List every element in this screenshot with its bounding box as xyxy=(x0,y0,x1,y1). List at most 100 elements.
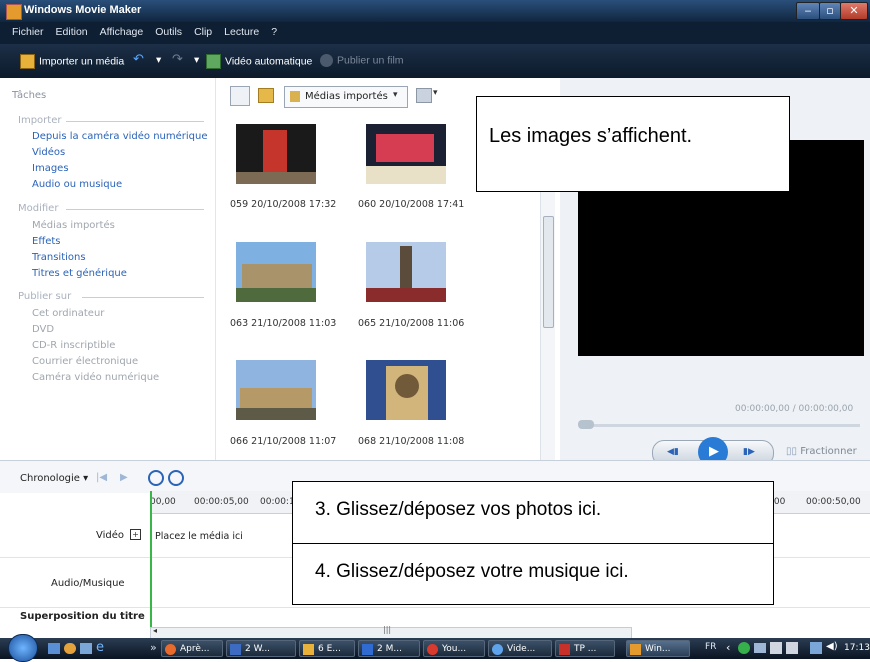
collection-icon xyxy=(290,91,300,102)
tray-icon[interactable] xyxy=(770,642,782,654)
thumb-subject xyxy=(242,264,312,288)
show-desktop-icon[interactable] xyxy=(48,643,60,654)
menu-edition[interactable]: Edition xyxy=(50,22,94,38)
thumbnail-060[interactable] xyxy=(366,124,446,184)
view-icon[interactable] xyxy=(416,88,432,103)
tasks-toggle-icon[interactable] xyxy=(230,86,250,106)
task-import-images[interactable]: Images xyxy=(32,163,69,174)
task-import-audio[interactable]: Audio ou musique xyxy=(32,179,122,190)
task-titles[interactable]: Titres et générique xyxy=(32,268,127,279)
tray-icon[interactable] xyxy=(754,643,766,653)
menu-lecture[interactable]: Lecture xyxy=(218,22,265,38)
zoom-out-icon[interactable] xyxy=(168,470,184,486)
app-icon xyxy=(492,644,503,655)
task-publish-computer: Cet ordinateur xyxy=(32,308,105,319)
taskbar-button[interactable]: Vide... xyxy=(488,640,552,657)
menu-fichier[interactable]: Fichier xyxy=(6,22,50,38)
callout-photos: 3. Glissez/déposez vos photos ici. xyxy=(292,481,774,545)
thumbnail-066[interactable] xyxy=(236,360,316,420)
ie-icon[interactable]: e xyxy=(96,640,104,655)
thumb-art xyxy=(366,124,446,184)
play-icon: ▶ xyxy=(709,444,719,459)
previous-frame-icon[interactable]: ◀▮ xyxy=(667,447,679,457)
thumbnail-065[interactable] xyxy=(366,242,446,302)
thumb-subject xyxy=(400,246,412,290)
thumbnail-caption: 060 20/10/2008 17:41 xyxy=(358,199,465,210)
app-icon xyxy=(630,644,641,655)
rewind-icon[interactable]: |◀ xyxy=(96,472,107,483)
thumbnail-059[interactable] xyxy=(236,124,316,184)
taskbar-button-active[interactable]: Win... xyxy=(626,640,690,657)
seek-bar[interactable] xyxy=(580,424,860,427)
quicklaunch-icon[interactable] xyxy=(80,643,92,654)
taskbar-button[interactable]: 2 W... xyxy=(226,640,296,657)
import-media-button[interactable]: Importer un média xyxy=(20,54,124,69)
undo-dropdown[interactable]: ▾ xyxy=(156,54,161,66)
overflow-chevron-icon[interactable]: » xyxy=(150,641,157,654)
network-icon[interactable] xyxy=(810,642,822,654)
scroll-grip-icon: ||| xyxy=(383,625,392,634)
thumbnail-caption: 063 21/10/2008 11:03 xyxy=(230,318,337,329)
menu-help[interactable]: ? xyxy=(265,22,283,38)
section-publier: Publier sur xyxy=(18,291,72,302)
task-effects[interactable]: Effets xyxy=(32,236,61,247)
split-button[interactable]: ▯▯ Fractionner xyxy=(786,446,857,457)
thumb-ground xyxy=(236,172,316,184)
publish-button[interactable]: Publier un film xyxy=(320,54,404,67)
taskbar-button[interactable]: 6 E... xyxy=(299,640,355,657)
task-import-videos[interactable]: Vidéos xyxy=(32,147,65,158)
view-mode-dropdown[interactable]: Chronologie ▾ xyxy=(20,473,88,484)
playhead[interactable] xyxy=(150,491,152,631)
language-indicator[interactable]: FR xyxy=(705,642,716,652)
expand-icon[interactable]: + xyxy=(130,529,141,540)
task-publish-email: Courrier électronique xyxy=(32,356,139,367)
collection-dropdown[interactable]: Médias importés ▾ xyxy=(284,86,408,108)
task-import-camera[interactable]: Depuis la caméra vidéo numérique xyxy=(32,131,208,142)
scroll-thumb[interactable] xyxy=(543,216,554,328)
thumbnail-068[interactable] xyxy=(366,360,446,420)
ruler-tick: 00:00:1 xyxy=(260,497,295,507)
view-dropdown[interactable]: ▾ xyxy=(433,88,438,98)
tray-icon[interactable] xyxy=(786,642,798,654)
maximize-button[interactable]: ▫ xyxy=(819,2,841,20)
callout-images-text: Les images s’affichent. xyxy=(489,125,693,147)
scroll-left-icon[interactable]: ◂ xyxy=(153,626,157,635)
app-icon xyxy=(559,644,570,655)
menu-affichage[interactable]: Affichage xyxy=(94,22,150,38)
taskbar-button[interactable]: 2 M... xyxy=(358,640,420,657)
minimize-button[interactable]: ‒ xyxy=(796,2,820,20)
zoom-in-icon[interactable] xyxy=(148,470,164,486)
thumb-art xyxy=(236,360,316,420)
seek-handle[interactable] xyxy=(578,420,594,429)
next-frame-icon[interactable]: ▮▶ xyxy=(743,447,755,457)
play-timeline-icon[interactable]: ▶ xyxy=(120,472,128,483)
menu-outils[interactable]: Outils xyxy=(149,22,188,38)
clock[interactable]: 17:13 xyxy=(844,643,870,653)
start-button[interactable] xyxy=(8,634,38,662)
quicklaunch-icon[interactable] xyxy=(64,643,76,654)
redo-dropdown[interactable]: ▾ xyxy=(194,54,199,66)
tray-expand-icon[interactable]: ‹ xyxy=(726,641,730,654)
close-button[interactable]: ✕ xyxy=(840,2,868,20)
taskbar-button[interactable]: TP ... xyxy=(555,640,615,657)
video-drop-placeholder[interactable]: Placez le média ici xyxy=(155,531,243,542)
undo-icon[interactable]: ↶ xyxy=(133,51,144,67)
ruler-tick: 00:00:05,00 xyxy=(194,497,249,507)
tasks-pane: Tâches Importer Depuis la caméra vidéo n… xyxy=(0,78,216,460)
taskbar-button[interactable]: Aprè... xyxy=(161,640,223,657)
split-icon: ▯▯ xyxy=(786,446,801,457)
tray-icon[interactable] xyxy=(738,642,750,654)
task-imported-media: Médias importés xyxy=(32,220,115,231)
task-transitions[interactable]: Transitions xyxy=(32,252,86,263)
title-bar: Windows Movie Maker ‒ ▫ ✕ xyxy=(0,0,870,22)
auto-movie-button[interactable]: Vidéo automatique xyxy=(206,54,312,69)
thumb-subject xyxy=(376,134,434,162)
taskbar-button[interactable]: You... xyxy=(423,640,485,657)
redo-icon[interactable]: ↷ xyxy=(172,51,183,67)
thumbnail-063[interactable] xyxy=(236,242,316,302)
thumb-ground xyxy=(236,288,316,302)
volume-icon[interactable]: ◀) xyxy=(826,641,838,652)
callout-images: Les images s’affichent. xyxy=(476,96,790,192)
folder-icon[interactable] xyxy=(258,88,274,103)
menu-clip[interactable]: Clip xyxy=(188,22,218,38)
